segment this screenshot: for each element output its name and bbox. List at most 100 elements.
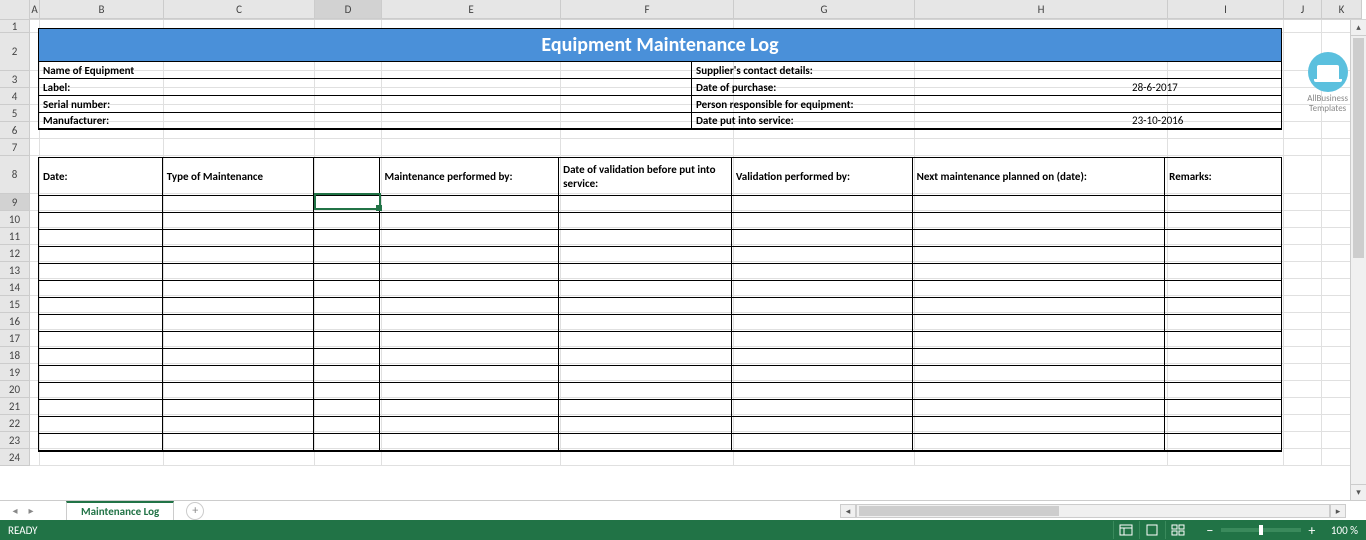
log-cell[interactable] [732,434,913,451]
log-cell[interactable] [1165,213,1281,230]
log-cell[interactable] [163,298,314,315]
log-cell[interactable] [559,366,732,383]
log-cell[interactable] [380,298,559,315]
row-header-20[interactable]: 20 [0,381,30,398]
log-cell[interactable] [314,417,381,434]
log-cell[interactable] [732,213,913,230]
log-cell[interactable] [39,383,163,400]
log-cell[interactable] [314,281,381,298]
row-header-3[interactable]: 3 [0,71,30,88]
log-cell[interactable] [380,247,559,264]
log-cell[interactable] [732,196,913,213]
hscroll-right-button[interactable]: ▸ [1330,504,1346,518]
log-cell[interactable] [163,332,314,349]
row-header-15[interactable]: 15 [0,296,30,313]
log-cell[interactable] [913,247,1166,264]
log-cell[interactable] [913,366,1166,383]
log-cell[interactable] [163,315,314,332]
log-cell[interactable] [163,417,314,434]
row-header-17[interactable]: 17 [0,330,30,347]
log-cell[interactable] [559,247,732,264]
log-cell[interactable] [380,366,559,383]
log-cell[interactable] [380,349,559,366]
log-cell[interactable] [732,281,913,298]
info-value-right-0[interactable] [1128,62,1281,78]
log-cell[interactable] [559,349,732,366]
log-cell[interactable] [559,264,732,281]
log-cell[interactable] [559,196,732,213]
row-header-6[interactable]: 6 [0,122,30,139]
log-cell[interactable] [380,315,559,332]
log-cell[interactable] [1165,247,1281,264]
row-header-11[interactable]: 11 [0,228,30,245]
row-header-19[interactable]: 19 [0,364,30,381]
log-cell[interactable] [39,298,163,315]
log-cell[interactable] [913,332,1166,349]
column-header-G[interactable]: G [734,0,915,19]
log-cell[interactable] [380,417,559,434]
page-break-view-button[interactable] [1165,521,1191,539]
log-cell[interactable] [163,281,314,298]
log-cell[interactable] [380,196,559,213]
log-cell[interactable] [39,315,163,332]
log-cell[interactable] [559,332,732,349]
log-cell[interactable] [314,315,381,332]
log-cell[interactable] [39,264,163,281]
grid-body[interactable]: Equipment Maintenance Log Name of Equipm… [30,20,1366,466]
log-cell[interactable] [1165,281,1281,298]
log-cell[interactable] [39,230,163,247]
column-header-J[interactable]: J [1284,0,1322,19]
column-header-I[interactable]: I [1168,0,1284,19]
log-cell[interactable] [559,434,732,451]
log-cell[interactable] [732,315,913,332]
log-cell[interactable] [732,417,913,434]
row-header-22[interactable]: 22 [0,415,30,432]
log-cell[interactable] [314,196,381,213]
log-cell[interactable] [39,332,163,349]
log-cell[interactable] [559,281,732,298]
hscroll-left-button[interactable]: ◂ [840,504,856,518]
info-value-right-3[interactable]: 23-10-2016 [1128,113,1281,128]
info-value-left-2[interactable] [314,96,692,112]
log-cell[interactable] [163,366,314,383]
row-header-13[interactable]: 13 [0,262,30,279]
log-cell[interactable] [559,400,732,417]
log-cell[interactable] [314,213,381,230]
log-cell[interactable] [913,264,1166,281]
row-header-7[interactable]: 7 [0,139,30,156]
info-value-left-1[interactable] [314,79,692,95]
log-cell[interactable] [163,230,314,247]
log-cell[interactable] [163,196,314,213]
log-cell[interactable] [380,332,559,349]
info-value-right-2[interactable] [1128,96,1281,112]
log-cell[interactable] [163,349,314,366]
log-cell[interactable] [559,230,732,247]
log-cell[interactable] [39,349,163,366]
log-cell[interactable] [559,417,732,434]
row-header-23[interactable]: 23 [0,432,30,449]
column-header-B[interactable]: B [40,0,164,19]
log-cell[interactable] [1165,196,1281,213]
log-cell[interactable] [314,230,381,247]
zoom-level[interactable]: 100 % [1331,524,1358,537]
log-cell[interactable] [39,196,163,213]
log-cell[interactable] [380,434,559,451]
log-cell[interactable] [1165,332,1281,349]
log-cell[interactable] [39,417,163,434]
zoom-slider-track[interactable] [1221,528,1301,532]
scroll-down-button[interactable]: ▾ [1351,484,1366,500]
row-header-16[interactable]: 16 [0,313,30,330]
row-header-9[interactable]: 9 [0,194,30,211]
info-value-right-1[interactable]: 28-6-2017 [1128,79,1281,95]
log-cell[interactable] [732,383,913,400]
row-header-8[interactable]: 8 [0,156,30,194]
log-cell[interactable] [163,434,314,451]
row-header-14[interactable]: 14 [0,279,30,296]
row-header-10[interactable]: 10 [0,211,30,228]
log-cell[interactable] [314,400,381,417]
row-header-18[interactable]: 18 [0,347,30,364]
log-cell[interactable] [39,434,163,451]
log-cell[interactable] [1165,315,1281,332]
log-cell[interactable] [913,434,1166,451]
log-cell[interactable] [732,400,913,417]
